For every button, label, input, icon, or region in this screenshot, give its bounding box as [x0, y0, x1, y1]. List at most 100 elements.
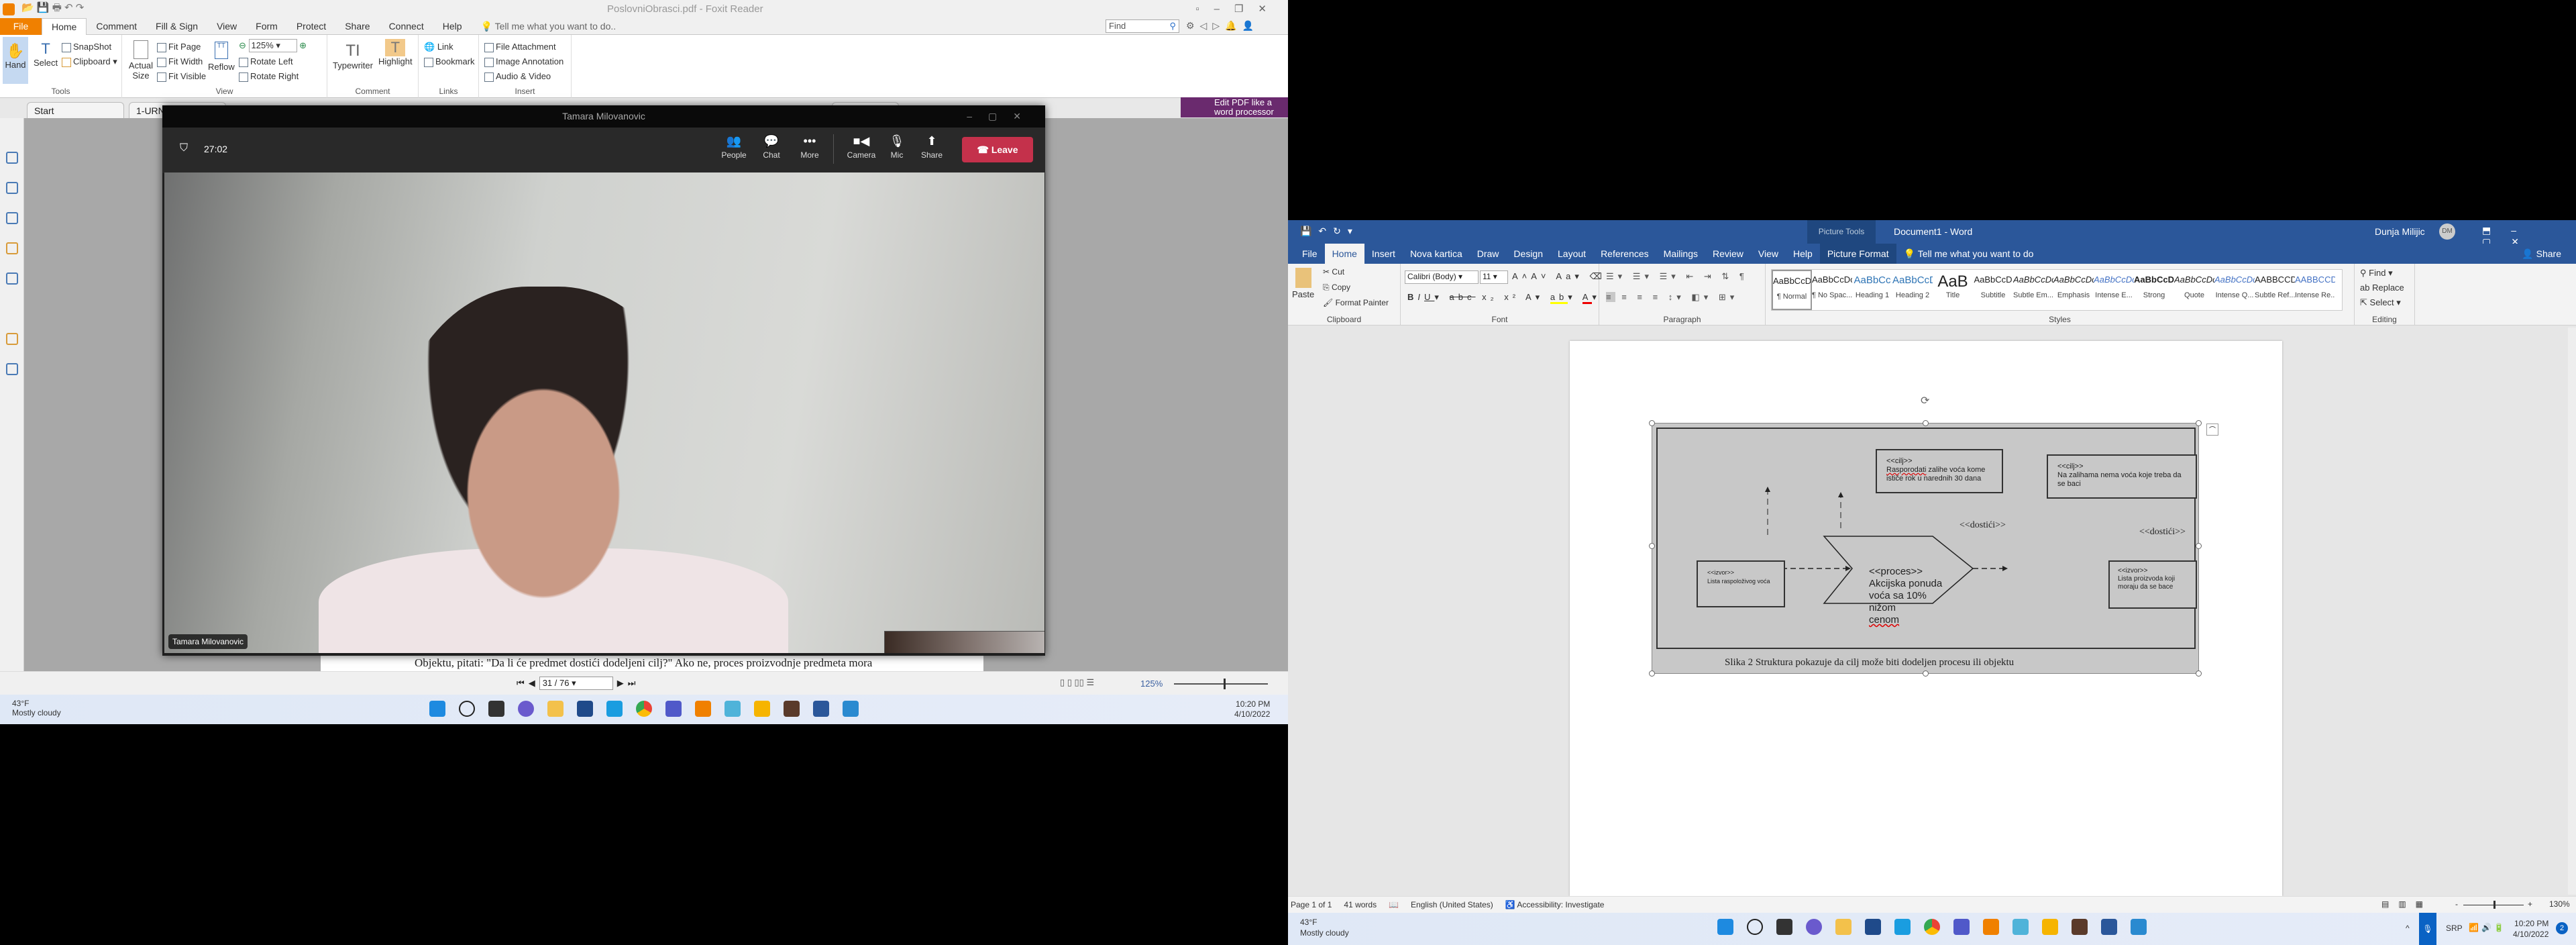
tab-layout[interactable]: Layout — [1550, 244, 1593, 264]
tell-me-search[interactable]: 💡 Tell me what you want to do.. — [472, 18, 626, 35]
star-app-icon[interactable] — [2042, 919, 2058, 935]
style-3[interactable]: AaBbCcD Heading 2 — [1892, 270, 1933, 310]
mail-icon[interactable] — [606, 701, 623, 717]
tab-protect[interactable]: Protect — [287, 18, 335, 35]
teams-icon[interactable] — [1953, 919, 1970, 935]
tab-picture-format[interactable]: Picture Format — [1819, 244, 1896, 264]
resize-handle[interactable] — [1649, 420, 1655, 426]
accessibility-status[interactable]: ♿ Accessibility: Investigate — [1505, 900, 1605, 909]
tell-me-search[interactable]: 💡 Tell me what you want to do — [1896, 244, 2041, 264]
style-9[interactable]: AaBbCcDc Strong — [2134, 270, 2174, 310]
share-button[interactable]: 👤 Share — [2522, 248, 2561, 260]
quick-access-toolbar[interactable]: 💾↶↻▾ — [1300, 226, 1359, 237]
image-annotation-button[interactable]: Image Annotation — [484, 56, 564, 67]
tab-home[interactable]: Home — [42, 17, 87, 35]
last-page-icon[interactable]: ⏭ — [628, 678, 636, 689]
style-6[interactable]: AaBbCcDc Subtle Em... — [2013, 270, 2053, 310]
tab-comment[interactable]: Comment — [87, 18, 146, 35]
replace-button[interactable]: ab Replace — [2360, 283, 2404, 293]
style-7[interactable]: AaBbCcDc Emphasis — [2053, 270, 2094, 310]
status-page[interactable]: Page 1 of 1 — [1291, 900, 1332, 909]
typewriter-button[interactable]: TI Typewriter — [333, 42, 373, 70]
notepad-icon[interactable] — [2012, 919, 2029, 935]
style-0[interactable]: AaBbCcDc ¶ Normal — [1772, 270, 1812, 310]
chat-button[interactable]: 💬 Chat — [755, 134, 788, 160]
fit-width-button[interactable]: Fit Width — [157, 56, 203, 67]
tab-help[interactable]: Help — [1786, 244, 1820, 264]
chrome-icon[interactable] — [1924, 919, 1940, 935]
chevron-up-icon[interactable]: ^ — [2406, 924, 2410, 933]
actual-size-button[interactable]: Actual Size — [127, 40, 154, 81]
style-11[interactable]: AaBbCcDc Intense Q... — [2214, 270, 2255, 310]
style-1[interactable]: AaBbCcDc ¶ No Spac... — [1812, 270, 1852, 310]
resize-handle[interactable] — [1649, 670, 1655, 677]
snapshot-button[interactable]: SnapShot — [62, 42, 111, 52]
zoom-slider-thumb[interactable] — [2493, 901, 2496, 909]
tab-file[interactable]: File — [1295, 244, 1325, 264]
file-explorer-icon[interactable] — [547, 701, 564, 717]
prev-page-icon[interactable]: ◀ — [529, 678, 535, 689]
doc-tab-start[interactable]: Start — [27, 102, 124, 118]
zoom-select[interactable]: 125% ▾ — [248, 39, 297, 52]
input-language[interactable]: SRP — [2446, 924, 2463, 933]
notification-badge[interactable]: 2 — [2556, 922, 2568, 934]
tab-nova-kartica[interactable]: Nova kartica — [1403, 244, 1470, 264]
style-5[interactable]: AaBbCcD Subtitle — [1973, 270, 2013, 310]
layers-panel-icon[interactable] — [6, 212, 18, 224]
zoom-in-button[interactable]: + — [2528, 899, 2532, 909]
file-attachment-button[interactable]: File Attachment — [484, 42, 556, 52]
highlight-button[interactable]: T Highlight — [378, 39, 413, 66]
selected-diagram-image[interactable]: ⟳ ⌒ <<cilj>> Rasporodati zalihe voća kome… — [1649, 395, 2218, 677]
cut-button[interactable]: ✂ Cut — [1323, 267, 1344, 277]
chrome-icon[interactable] — [636, 701, 652, 717]
photos-icon[interactable] — [843, 701, 859, 717]
tab-mailings[interactable]: Mailings — [1656, 244, 1705, 264]
tab-draw[interactable]: Draw — [1470, 244, 1507, 264]
tab-design[interactable]: Design — [1506, 244, 1550, 264]
select-tool-button[interactable]: T Select — [34, 40, 58, 68]
word-icon[interactable] — [2101, 919, 2117, 935]
tab-insert[interactable]: Insert — [1364, 244, 1403, 264]
tab-view[interactable]: View — [1751, 244, 1786, 264]
search-icon[interactable] — [459, 701, 475, 717]
tab-share[interactable]: Share — [335, 18, 379, 35]
zoom-level[interactable]: 130% — [2549, 899, 2570, 909]
resize-handle[interactable] — [1649, 543, 1655, 549]
format-painter-button[interactable]: 🖌 Format Painter — [1323, 298, 1389, 307]
tab-help[interactable]: Help — [433, 18, 472, 35]
weather-widget[interactable]: 43°F Mostly cloudy — [1300, 917, 1349, 938]
camera-button[interactable]: ■◀ Camera — [845, 134, 878, 160]
teams-chat-icon[interactable] — [1806, 919, 1822, 935]
teams-chat-icon[interactable] — [518, 701, 534, 717]
task-view-icon[interactable] — [488, 701, 504, 717]
clock[interactable]: 10:20 PM 4/10/2022 — [1234, 699, 1270, 719]
paste-button[interactable]: Paste — [1292, 268, 1314, 299]
edit-pdf-promo[interactable]: Edit PDF like a word processor — [1181, 97, 1288, 117]
teams-icon[interactable] — [665, 701, 682, 717]
search-icon[interactable]: ⚲ — [1169, 21, 1176, 32]
photos-icon[interactable] — [2131, 919, 2147, 935]
notepad-icon[interactable] — [724, 701, 741, 717]
share-button[interactable]: ⬆ Share — [915, 134, 949, 160]
clipboard-button[interactable]: Clipboard ▾ — [62, 56, 117, 67]
font-size-buttons[interactable]: A˄A˅ Aa▾ ⌫ — [1512, 271, 1606, 282]
tab-connect[interactable]: Connect — [380, 18, 433, 35]
window-controls[interactable]: ▫–❐✕ — [1195, 3, 1281, 15]
resize-handle[interactable] — [1923, 420, 1929, 426]
fit-page-button[interactable]: Fit Page — [157, 42, 201, 52]
rotate-handle-icon[interactable]: ⟳ — [1921, 394, 1929, 407]
quick-access-toolbar-icons[interactable]: 📂 💾 🖶 ↶ ↷ — [21, 1, 84, 17]
search-icon[interactable] — [1747, 919, 1763, 935]
start-icon[interactable] — [1717, 919, 1733, 935]
style-8[interactable]: AaBbCcDc Intense E... — [2094, 270, 2134, 310]
word-icon[interactable] — [813, 701, 829, 717]
comments-panel-icon[interactable] — [6, 242, 18, 254]
status-language[interactable]: English (United States) — [1411, 900, 1493, 909]
star-app-icon[interactable] — [754, 701, 770, 717]
layout-options-icon[interactable]: ⌒ — [2206, 424, 2218, 436]
start-icon[interactable] — [429, 701, 445, 717]
mic-button[interactable]: 🎙 Mic — [880, 134, 914, 160]
game-app-icon[interactable] — [784, 701, 800, 717]
pages-panel-icon[interactable] — [6, 182, 18, 194]
fit-visible-button[interactable]: Fit Visible — [157, 71, 206, 82]
